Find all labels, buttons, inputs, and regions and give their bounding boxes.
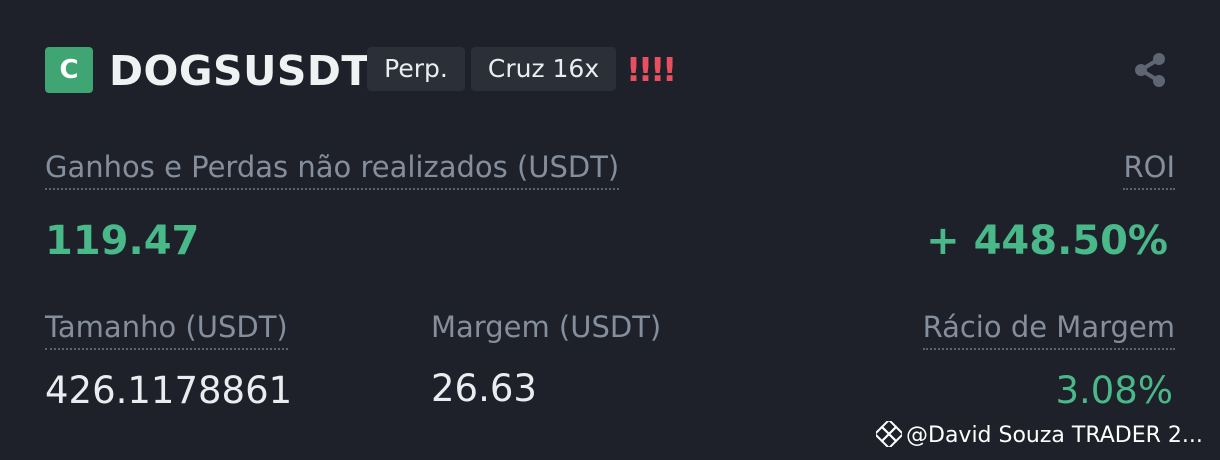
symbol-title[interactable]: DOGSUSDT xyxy=(109,44,370,98)
risk-indicator: !!!! xyxy=(626,50,677,89)
roi-label[interactable]: ROI xyxy=(1123,148,1175,190)
binance-square-icon xyxy=(873,418,905,450)
roi-value: + 448.50% xyxy=(926,218,1168,264)
margin-mode-tag[interactable]: Cruz 16x xyxy=(471,47,616,91)
watermark-text: @David Souza TRADER 2... xyxy=(906,423,1203,448)
unrealized-pnl-value: 119.47 xyxy=(45,218,200,264)
unrealized-pnl-label[interactable]: Ganhos e Perdas não realizados (USDT) xyxy=(45,148,620,190)
margin-label: Margem (USDT) xyxy=(431,310,662,344)
margin-value: 26.63 xyxy=(431,367,537,410)
size-label[interactable]: Tamanho (USDT) xyxy=(45,308,288,350)
watermark: @David Souza TRADER 2... xyxy=(873,418,1203,452)
margin-ratio-value: 3.08% xyxy=(1055,369,1173,412)
contract-type-tag: Perp. xyxy=(367,47,465,91)
position-header: C DOGSUSDT Perp. Cruz 16x !!!! xyxy=(45,44,1185,96)
margin-ratio-label[interactable]: Rácio de Margem xyxy=(922,308,1175,350)
share-icon[interactable] xyxy=(1132,52,1168,88)
size-value: 426.1178861 xyxy=(45,369,293,412)
contract-badge: C xyxy=(45,47,93,93)
